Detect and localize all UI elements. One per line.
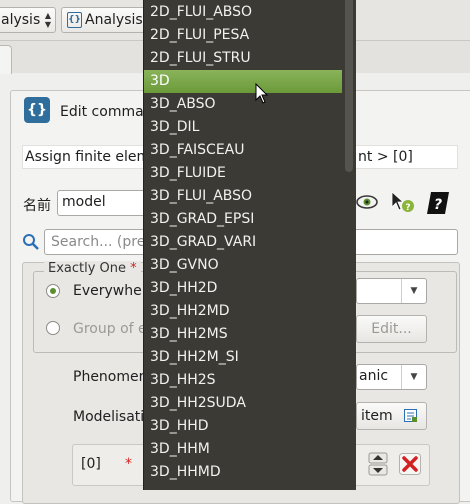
chevron-down-icon: ▼: [401, 279, 426, 303]
dropdown-item[interactable]: 3D: [144, 70, 342, 93]
dropdown-item[interactable]: 3D_HH2MS: [144, 323, 342, 346]
dropdown-item[interactable]: 3D_GRAD_VARI: [144, 231, 342, 254]
phenomenon-combo[interactable]: anic ▼: [356, 364, 427, 390]
dropdown-item[interactable]: 3D_FLUIDE: [144, 162, 342, 185]
tab-current[interactable]: [0, 45, 12, 74]
dropdown-item[interactable]: 3D_GRAD_EPSI: [144, 208, 342, 231]
dropdown-item[interactable]: 3D_HHD: [144, 415, 342, 438]
dropdown-item[interactable]: 3D_GVNO: [144, 254, 342, 277]
edit-command-icon: {}: [24, 97, 50, 123]
dropdown-item[interactable]: 3D_HHMD: [144, 461, 342, 484]
analysis-combo[interactable]: {} Analysis: [61, 7, 151, 33]
name-value: model: [62, 194, 106, 210]
info-path: nt > [0]: [358, 149, 413, 165]
add-item-button[interactable]: item: [356, 402, 427, 430]
stage-combo[interactable]: alysis ▲ ▼: [0, 7, 56, 33]
radio-group[interactable]: [46, 321, 60, 335]
whats-this-icon[interactable]: ?: [389, 190, 415, 214]
svg-text:?: ?: [405, 203, 410, 213]
svg-text:?: ?: [434, 197, 442, 213]
help-book-icon[interactable]: ?: [425, 190, 451, 216]
row-required-mark: *: [125, 456, 132, 472]
option-group-label: Group of e: [73, 321, 147, 337]
phenomenon-value: anic: [359, 368, 389, 384]
reorder-arrows-icon[interactable]: [368, 452, 388, 476]
info-text: Assign finite elem: [25, 149, 151, 165]
spin-arrows-icon: ▲ ▼: [44, 11, 51, 29]
mouse-cursor-icon: [255, 82, 269, 105]
dropdown-item[interactable]: 3D_ABSO: [144, 93, 342, 116]
eye-icon[interactable]: [356, 193, 378, 211]
chevron-down-icon: ▼: [401, 365, 426, 389]
required-mark: *: [130, 261, 137, 276]
dropdown-item[interactable]: 3D_FAISCEAU: [144, 139, 342, 162]
dropdown-item[interactable]: 3D_HH2SUDA: [144, 392, 342, 415]
analysis-combo-value: Analysis: [85, 12, 143, 28]
dropdown-item[interactable]: 3D_HH2S: [144, 369, 342, 392]
scrollbar-thumb[interactable]: [345, 0, 353, 172]
add-item-label: item: [361, 408, 393, 424]
exactly-one-label: Exactly One: [48, 261, 127, 276]
dropdown-item[interactable]: 3D_HH2D: [144, 277, 342, 300]
dropdown-item[interactable]: 3D_HH2MD: [144, 300, 342, 323]
panel-title: Edit comman: [60, 104, 153, 120]
search-placeholder: Search... (pres: [51, 234, 153, 250]
dropdown-item[interactable]: 3D_FLUI_ABSO: [144, 185, 342, 208]
add-list-icon: [404, 409, 418, 423]
everywhere-combo[interactable]: ▼: [356, 278, 427, 304]
search-icon: [22, 233, 40, 251]
dropdown-item[interactable]: 3D_DIL: [144, 116, 342, 139]
dropdown-item[interactable]: 2D_FLUI_ABSO: [144, 1, 342, 24]
radio-everywhere[interactable]: [46, 284, 60, 298]
exactly-one-legend: Exactly One *: [44, 261, 141, 276]
stage-combo-value: alysis: [1, 12, 41, 28]
edit-group-button[interactable]: Edit...: [356, 315, 427, 343]
command-icon: {}: [67, 12, 82, 28]
phenomenon-label: Phenomen: [73, 369, 148, 385]
row-index: [0]: [81, 456, 101, 472]
name-label: 名前: [23, 198, 51, 214]
name-input[interactable]: model: [57, 190, 149, 216]
modelisation-label: Modelisati: [73, 409, 145, 425]
dropdown-item[interactable]: 3D_HH2M_SI: [144, 346, 342, 369]
dropdown-item[interactable]: 2D_FLUI_STRU: [144, 47, 342, 70]
dropdown-item[interactable]: 3D_HHM: [144, 438, 342, 461]
edit-button-label: Edit...: [371, 321, 412, 337]
delete-icon[interactable]: [399, 453, 421, 475]
dropdown-item[interactable]: 2D_FLUI_PESA: [144, 24, 342, 47]
